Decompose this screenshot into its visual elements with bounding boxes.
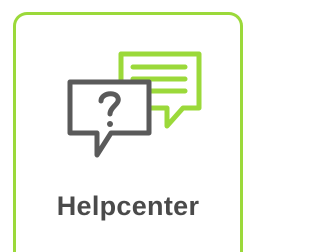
- help-chat-bubbles-icon: [67, 51, 202, 158]
- helpcenter-tile[interactable]: Helpcenter: [13, 12, 243, 252]
- helpcenter-label: Helpcenter: [56, 191, 200, 221]
